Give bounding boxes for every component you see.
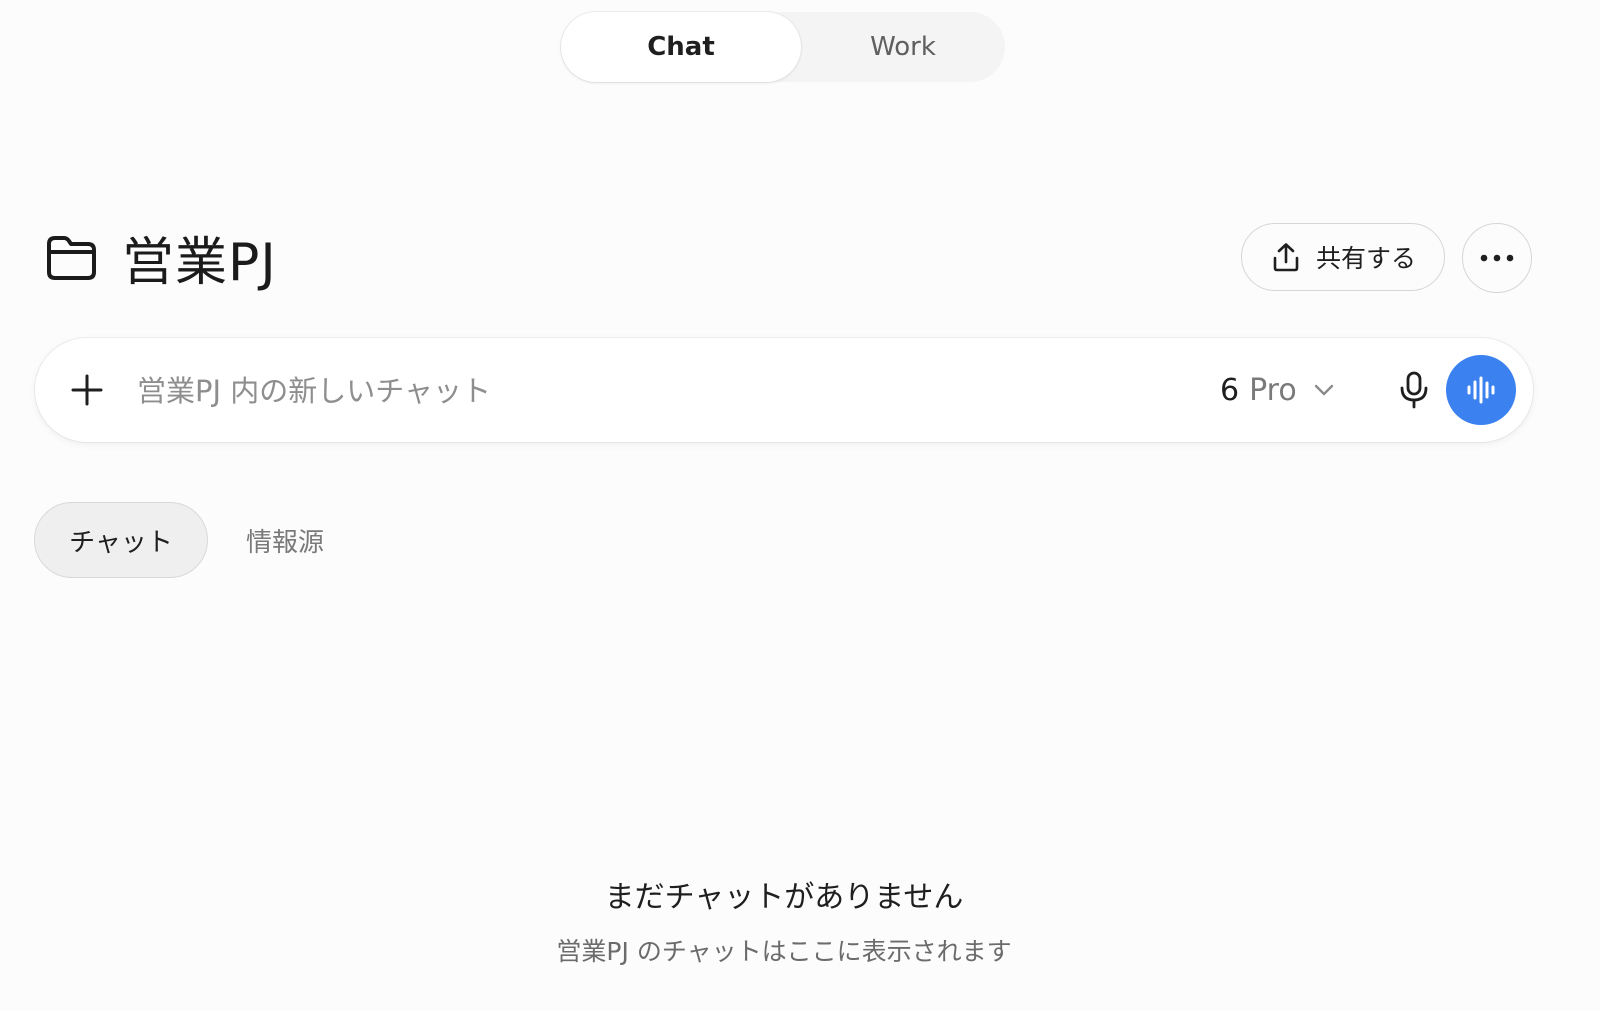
tab-chat[interactable]: Chat [561,12,801,82]
plus-icon [70,373,104,407]
ellipsis-icon [1480,254,1514,262]
tab-work[interactable]: Work [801,12,1005,82]
mode-switch: Chat Work [561,12,1005,82]
empty-state-title: まだチャットがありません [604,880,964,915]
chevron-down-icon [1313,383,1335,397]
empty-state-subtitle: 営業PJ のチャットはここに表示されます [556,937,1012,966]
project-header: 営業PJ [44,222,277,293]
more-options-button[interactable] [1462,223,1532,293]
project-title: 営業PJ [122,232,277,293]
model-name: Pro [1249,372,1297,408]
microphone-icon [1398,370,1430,410]
chat-input[interactable] [135,360,1139,422]
microphone-button[interactable] [1390,366,1438,414]
model-selector[interactable]: 6 Pro [1220,364,1335,416]
model-version: 6 [1220,372,1240,408]
tab-chats[interactable]: チャット [34,502,208,578]
chat-composer: 6 Pro [35,338,1533,442]
tab-sources[interactable]: 情報源 [246,510,324,570]
upload-icon [1270,241,1302,273]
share-button[interactable]: 共有する [1241,223,1445,291]
voice-mode-button[interactable] [1446,355,1516,425]
project-page: Chat Work 営業PJ 共有する 営業PJ 内の新しいチャット 6 Pro… [0,0,1600,1011]
folder-icon [44,232,98,282]
share-label: 共有する [1315,244,1416,273]
voice-waveform-icon [1465,375,1497,405]
add-attachment-button[interactable] [63,366,111,414]
